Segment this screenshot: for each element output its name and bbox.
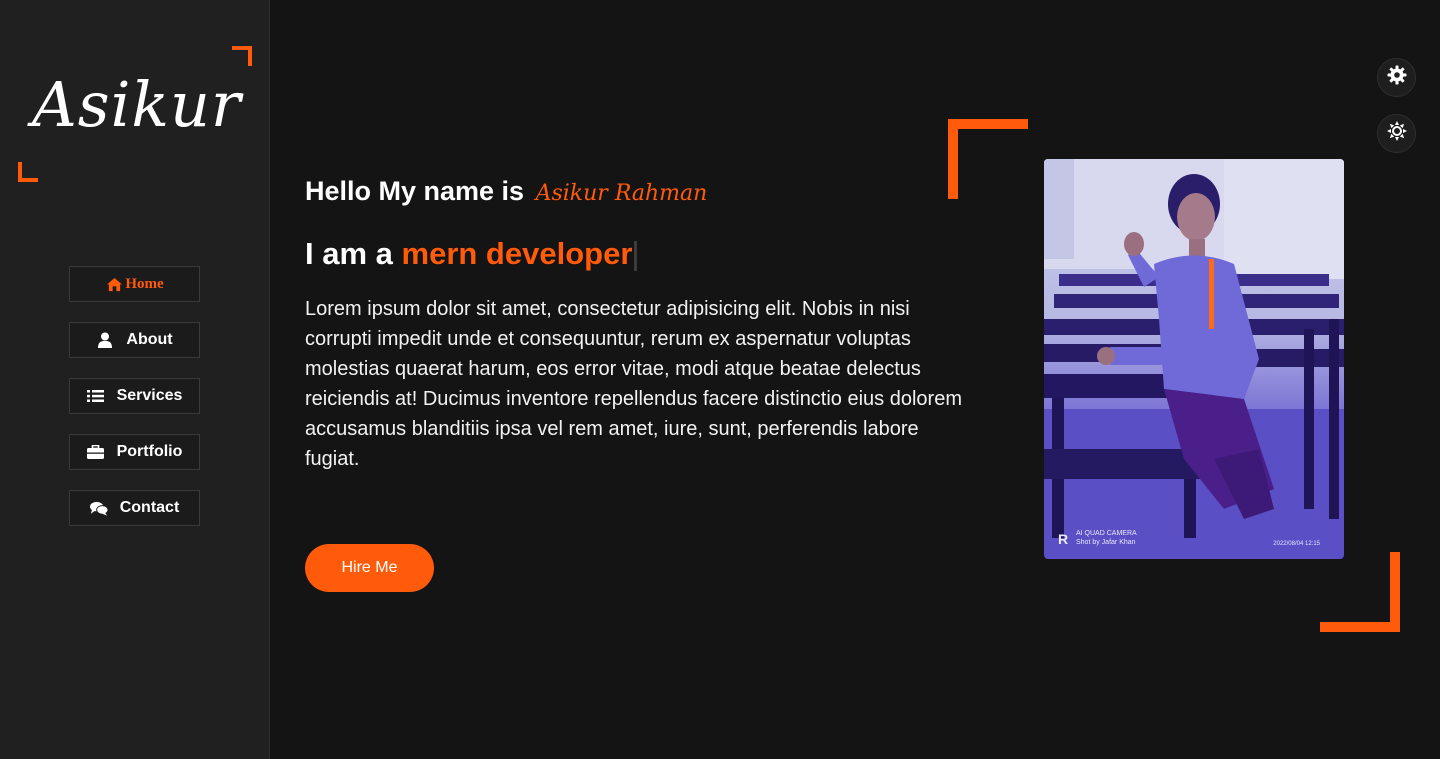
logo[interactable]: Asikur (32, 68, 242, 141)
theme-toggle-button[interactable] (1377, 114, 1416, 153)
camera-brand-logo: R (1058, 531, 1069, 547)
role-heading: I am a mern developer (305, 236, 638, 272)
logo-corner-bottom-left (18, 162, 38, 182)
role-highlight: mern developer (401, 236, 633, 271)
comments-icon (89, 500, 108, 516)
hero-description: Lorem ipsum dolor sit amet, consectetur … (305, 298, 962, 470)
photo-bracket-top-left (948, 119, 1028, 199)
settings-button[interactable] (1377, 58, 1416, 97)
nav-label-contact: Contact (119, 499, 180, 516)
main-nav: Home About Services Portfolio Contact (69, 266, 200, 546)
nav-label-portfolio: Portfolio (116, 443, 183, 460)
profile-photo: R AI QUAD CAMERA Shot by Jafar Khan 2022… (1044, 159, 1344, 559)
user-icon (96, 332, 114, 348)
photo-bracket-bottom-right (1320, 552, 1400, 632)
hire-me-button[interactable]: Hire Me (305, 544, 434, 592)
photo-timestamp: 2022/08/04 12:15 (1273, 541, 1320, 547)
nav-item-about[interactable]: About (69, 322, 200, 358)
logo-frame: Asikur (18, 46, 252, 182)
home-icon (105, 276, 123, 292)
nav-label-services: Services (116, 387, 183, 404)
nav-item-contact[interactable]: Contact (69, 490, 200, 526)
camera-watermark: AI QUAD CAMERA Shot by Jafar Khan (1076, 529, 1137, 547)
nav-label-about: About (126, 331, 173, 348)
sidebar: Asikur Home About Services Portfolio Con… (0, 0, 270, 759)
logo-corner-top-right (232, 46, 252, 66)
typing-cursor (634, 240, 638, 271)
nav-item-services[interactable]: Services (69, 378, 200, 414)
gear-icon (1387, 65, 1407, 90)
list-icon (87, 388, 105, 404)
greeting-text: Hello My name is (305, 176, 525, 206)
nav-label-home: Home (125, 275, 164, 292)
role-prefix: I am a (305, 236, 393, 271)
nav-item-portfolio[interactable]: Portfolio (69, 434, 200, 470)
nav-item-home[interactable]: Home (69, 266, 200, 302)
camera-watermark-line1: AI QUAD CAMERA (1076, 530, 1137, 537)
hero-name: Asikur Rahman (535, 181, 708, 206)
profile-photo-illustration (1044, 159, 1344, 559)
sun-icon (1386, 121, 1407, 146)
briefcase-icon (87, 444, 105, 460)
greeting-heading: Hello My name is Asikur Rahman (305, 176, 707, 207)
camera-watermark-line2: Shot by Jafar Khan (1076, 539, 1136, 546)
